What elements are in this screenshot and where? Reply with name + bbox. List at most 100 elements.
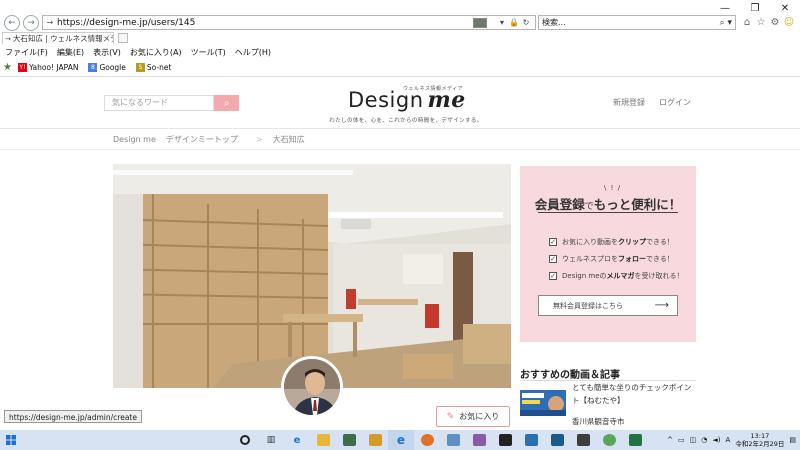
- new-tab-button[interactable]: [118, 33, 128, 43]
- task-view-icon[interactable]: ▥: [258, 430, 284, 450]
- promo-title-a: 会員登録: [534, 197, 585, 212]
- app-icon-2[interactable]: [440, 430, 466, 450]
- paperclip-icon: ✎: [446, 411, 455, 422]
- address-row: ← → → https://design-me.jp/users/145 ▾ 🔒…: [0, 14, 800, 32]
- favorite-label: Google: [99, 62, 126, 72]
- checkbox-icon: ✓: [549, 255, 557, 263]
- volume-icon[interactable]: ◄): [712, 436, 720, 444]
- browser-search-box[interactable]: 検索... ⌕ ▾: [538, 15, 736, 30]
- login-link[interactable]: ログイン: [659, 97, 691, 108]
- recommended-item-title[interactable]: とても簡単な坐りのチェックポイント【ねむたや】: [572, 381, 697, 407]
- logo-me: me: [427, 87, 466, 113]
- clock-date: 令和2年2月29日: [735, 440, 785, 448]
- app-icon-6[interactable]: [544, 430, 570, 450]
- menu-favorites[interactable]: お気に入り(A): [130, 47, 182, 58]
- search-icon[interactable]: ⌕ ▾: [720, 18, 735, 28]
- edge-icon[interactable]: e: [284, 430, 310, 450]
- breadcrumb-home[interactable]: Design me: [113, 135, 156, 144]
- app-icon-1[interactable]: [336, 430, 362, 450]
- tab-active[interactable]: → 大石知広 | ウェルネス情報メデ... ✕: [2, 32, 114, 44]
- recommended-title: おすすめの動画＆記事: [520, 370, 620, 381]
- ime-mode-indicator[interactable]: A: [726, 436, 731, 444]
- tray-chevron-icon[interactable]: ^: [667, 436, 673, 444]
- sonet-icon: S: [135, 62, 145, 72]
- recommended-item-location[interactable]: 香川県観音寺市: [572, 416, 625, 427]
- arrow-right-icon: ⟶: [654, 300, 669, 311]
- ie-icon[interactable]: e: [388, 430, 414, 450]
- system-tray: ^ ▭ ◫ ◔ ◄) A 13:17 令和2年2月29日 ▤: [667, 432, 800, 448]
- logo-text: Design: [348, 88, 424, 112]
- app-icon-8[interactable]: [596, 430, 622, 450]
- benefit-bold: フォロー: [618, 255, 646, 263]
- address-url[interactable]: https://design-me.jp/users/145: [57, 18, 195, 28]
- user-avatar[interactable]: [281, 356, 343, 418]
- favorite-yahoo[interactable]: Y! Yahoo! JAPAN: [17, 62, 78, 72]
- favorite-google[interactable]: 8 Google: [88, 62, 126, 72]
- app-icon-3[interactable]: [466, 430, 492, 450]
- promo-benefit: ✓ Design meの メルマガ を受け取れる！: [549, 271, 684, 281]
- benefit-text: ウェルネスプロを: [562, 255, 618, 263]
- notification-icon[interactable]: ▤: [789, 436, 796, 444]
- free-signup-button[interactable]: 無料会員登録はこちら ⟶: [538, 295, 678, 316]
- breadcrumb-current: 大石知広: [272, 135, 305, 144]
- browser-search-placeholder: 検索...: [542, 18, 566, 27]
- app-icon-7[interactable]: [570, 430, 596, 450]
- avatar-portrait: [284, 359, 340, 415]
- promo-benefit: ✓ お気に入り動画を クリップ できる！: [549, 237, 684, 247]
- network-icon[interactable]: ◫: [690, 436, 697, 444]
- breadcrumb: Design me デザインミートップ > 大石知広: [0, 130, 800, 150]
- favorites-bar-star-icon[interactable]: ★: [3, 62, 12, 73]
- lock-icon[interactable]: 🔒: [509, 18, 519, 27]
- tab-row: → 大石知広 | ウェルネス情報メデ... ✕: [0, 32, 800, 44]
- menu-view[interactable]: 表示(V): [93, 47, 121, 58]
- wifi-icon[interactable]: ◔: [701, 436, 707, 444]
- benefit-bold: クリップ: [618, 238, 646, 246]
- home-icon[interactable]: ⌂: [742, 16, 752, 28]
- tab-favicon-icon: →: [5, 34, 11, 43]
- breadcrumb-top[interactable]: デザインミートップ: [166, 134, 238, 145]
- menu-tools[interactable]: ツール(T): [191, 47, 226, 58]
- windows-taskbar: ▥ e e ^ ▭ ◫ ◔ ◄) A 13:17 令和2年2月29日 ▤: [0, 430, 800, 450]
- promo-benefit-list: ✓ お気に入り動画を クリップ できる！ ✓ ウェルネスプロを フォロー できる！ ✓ …: [549, 237, 684, 288]
- excel-icon[interactable]: [622, 430, 648, 450]
- keyword-search-button[interactable]: ⌕: [214, 95, 239, 111]
- back-button[interactable]: ←: [4, 15, 20, 31]
- search-circle-icon[interactable]: [232, 430, 258, 450]
- taskbar-clock[interactable]: 13:17 令和2年2月29日: [735, 432, 784, 448]
- dropdown-icon[interactable]: ▾: [497, 18, 507, 27]
- site-logo[interactable]: Design me: [348, 87, 466, 113]
- forward-button[interactable]: →: [23, 15, 39, 31]
- google-icon: 8: [88, 62, 98, 72]
- signup-link[interactable]: 新規登録: [613, 97, 645, 108]
- menu-edit[interactable]: 編集(E): [57, 47, 84, 58]
- recommended-thumbnail[interactable]: [520, 390, 566, 416]
- app-icon-5[interactable]: [518, 430, 544, 450]
- promo-title-c: もっと便利に！: [593, 197, 682, 212]
- promo-title-b: で: [584, 202, 594, 212]
- benefit-bold: メルマガ: [606, 272, 635, 280]
- app-icon-4[interactable]: [492, 430, 518, 450]
- outlook-icon[interactable]: [362, 430, 388, 450]
- thumbnail-image: [520, 390, 566, 416]
- breadcrumb-separator: >: [255, 135, 263, 144]
- smiley-icon[interactable]: ☺: [784, 16, 794, 28]
- battery-icon[interactable]: ▭: [678, 436, 685, 444]
- start-button[interactable]: [0, 430, 22, 450]
- page-icon: →: [46, 18, 54, 27]
- firefox-icon[interactable]: [414, 430, 440, 450]
- menu-file[interactable]: ファイル(F): [5, 47, 48, 58]
- refresh-icon[interactable]: ↻: [521, 18, 531, 27]
- gear-icon[interactable]: ⚙: [770, 16, 780, 28]
- favorites-star-icon[interactable]: ☆: [756, 16, 766, 28]
- promo-title: 会員登録でもっと便利に！: [520, 194, 696, 213]
- menu-bar: ファイル(F) 編集(E) 表示(V) お気に入り(A) ツール(T) ヘルプ(…: [0, 45, 800, 59]
- keyword-search-input[interactable]: 気になるワード: [104, 95, 214, 111]
- menu-help[interactable]: ヘルプ(H): [235, 47, 271, 58]
- promo-divider: [538, 212, 678, 213]
- address-bar[interactable]: → https://design-me.jp/users/145 ▾ 🔒 ↻: [42, 15, 536, 30]
- explorer-folder-icon[interactable]: [310, 430, 336, 450]
- favorite-button[interactable]: ✎ お気に入り: [436, 406, 510, 427]
- favorite-button-label: お気に入り: [459, 412, 500, 421]
- favorite-sonet[interactable]: S So-net: [135, 62, 172, 72]
- favorite-label: So-net: [146, 62, 172, 72]
